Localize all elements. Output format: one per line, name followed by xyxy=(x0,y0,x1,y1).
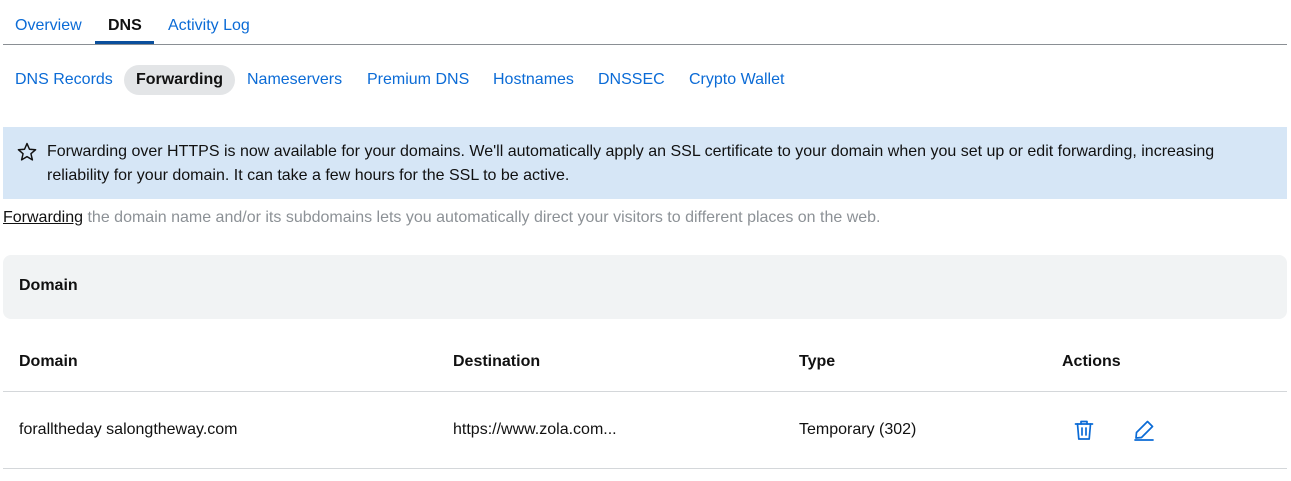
subtab-premium-dns[interactable]: Premium DNS xyxy=(367,71,469,89)
column-header-type: Type xyxy=(799,353,836,370)
https-info-banner: Forwarding over HTTPS is now available f… xyxy=(3,127,1287,199)
column-header-domain: Domain xyxy=(19,353,78,370)
pencil-icon[interactable] xyxy=(1132,418,1156,442)
forwarding-description: Forwarding the domain name and/or its su… xyxy=(3,209,880,227)
row-domain: foralltheday salongtheway.com xyxy=(19,421,238,438)
subtab-dnssec[interactable]: DNSSEC xyxy=(598,71,665,89)
subtab-dns-records[interactable]: DNS Records xyxy=(15,71,113,89)
subtab-nameservers[interactable]: Nameservers xyxy=(247,71,342,89)
forwarding-help-link[interactable]: Forwarding xyxy=(3,209,83,226)
banner-message: Forwarding over HTTPS is now available f… xyxy=(47,143,1215,184)
trash-icon[interactable] xyxy=(1072,418,1096,442)
table-header-divider xyxy=(3,391,1287,392)
tab-activity-log[interactable]: Activity Log xyxy=(168,17,250,35)
dns-sub-tab-bar: DNS Records Forwarding Nameservers Premi… xyxy=(0,64,1291,96)
tab-overview[interactable]: Overview xyxy=(15,17,82,35)
subtab-crypto-wallet[interactable]: Crypto Wallet xyxy=(689,71,784,89)
active-tab-indicator xyxy=(95,41,154,44)
column-header-destination: Destination xyxy=(453,353,541,370)
star-icon xyxy=(17,142,37,161)
domain-section-header: Domain xyxy=(3,255,1287,319)
column-header-actions: Actions xyxy=(1062,353,1121,370)
subtab-hostnames[interactable]: Hostnames xyxy=(493,71,574,89)
row-type: Temporary (302) xyxy=(799,421,917,438)
domain-section-title: Domain xyxy=(19,277,78,294)
top-tab-bar: Overview DNS Activity Log xyxy=(3,0,1287,45)
table-row-divider xyxy=(3,468,1287,469)
row-destination: https://www.zola.com... xyxy=(453,421,617,438)
subtab-forwarding[interactable]: Forwarding xyxy=(124,65,235,95)
tab-dns[interactable]: DNS xyxy=(108,17,142,35)
forwarding-description-text: the domain name and/or its subdomains le… xyxy=(83,209,881,226)
